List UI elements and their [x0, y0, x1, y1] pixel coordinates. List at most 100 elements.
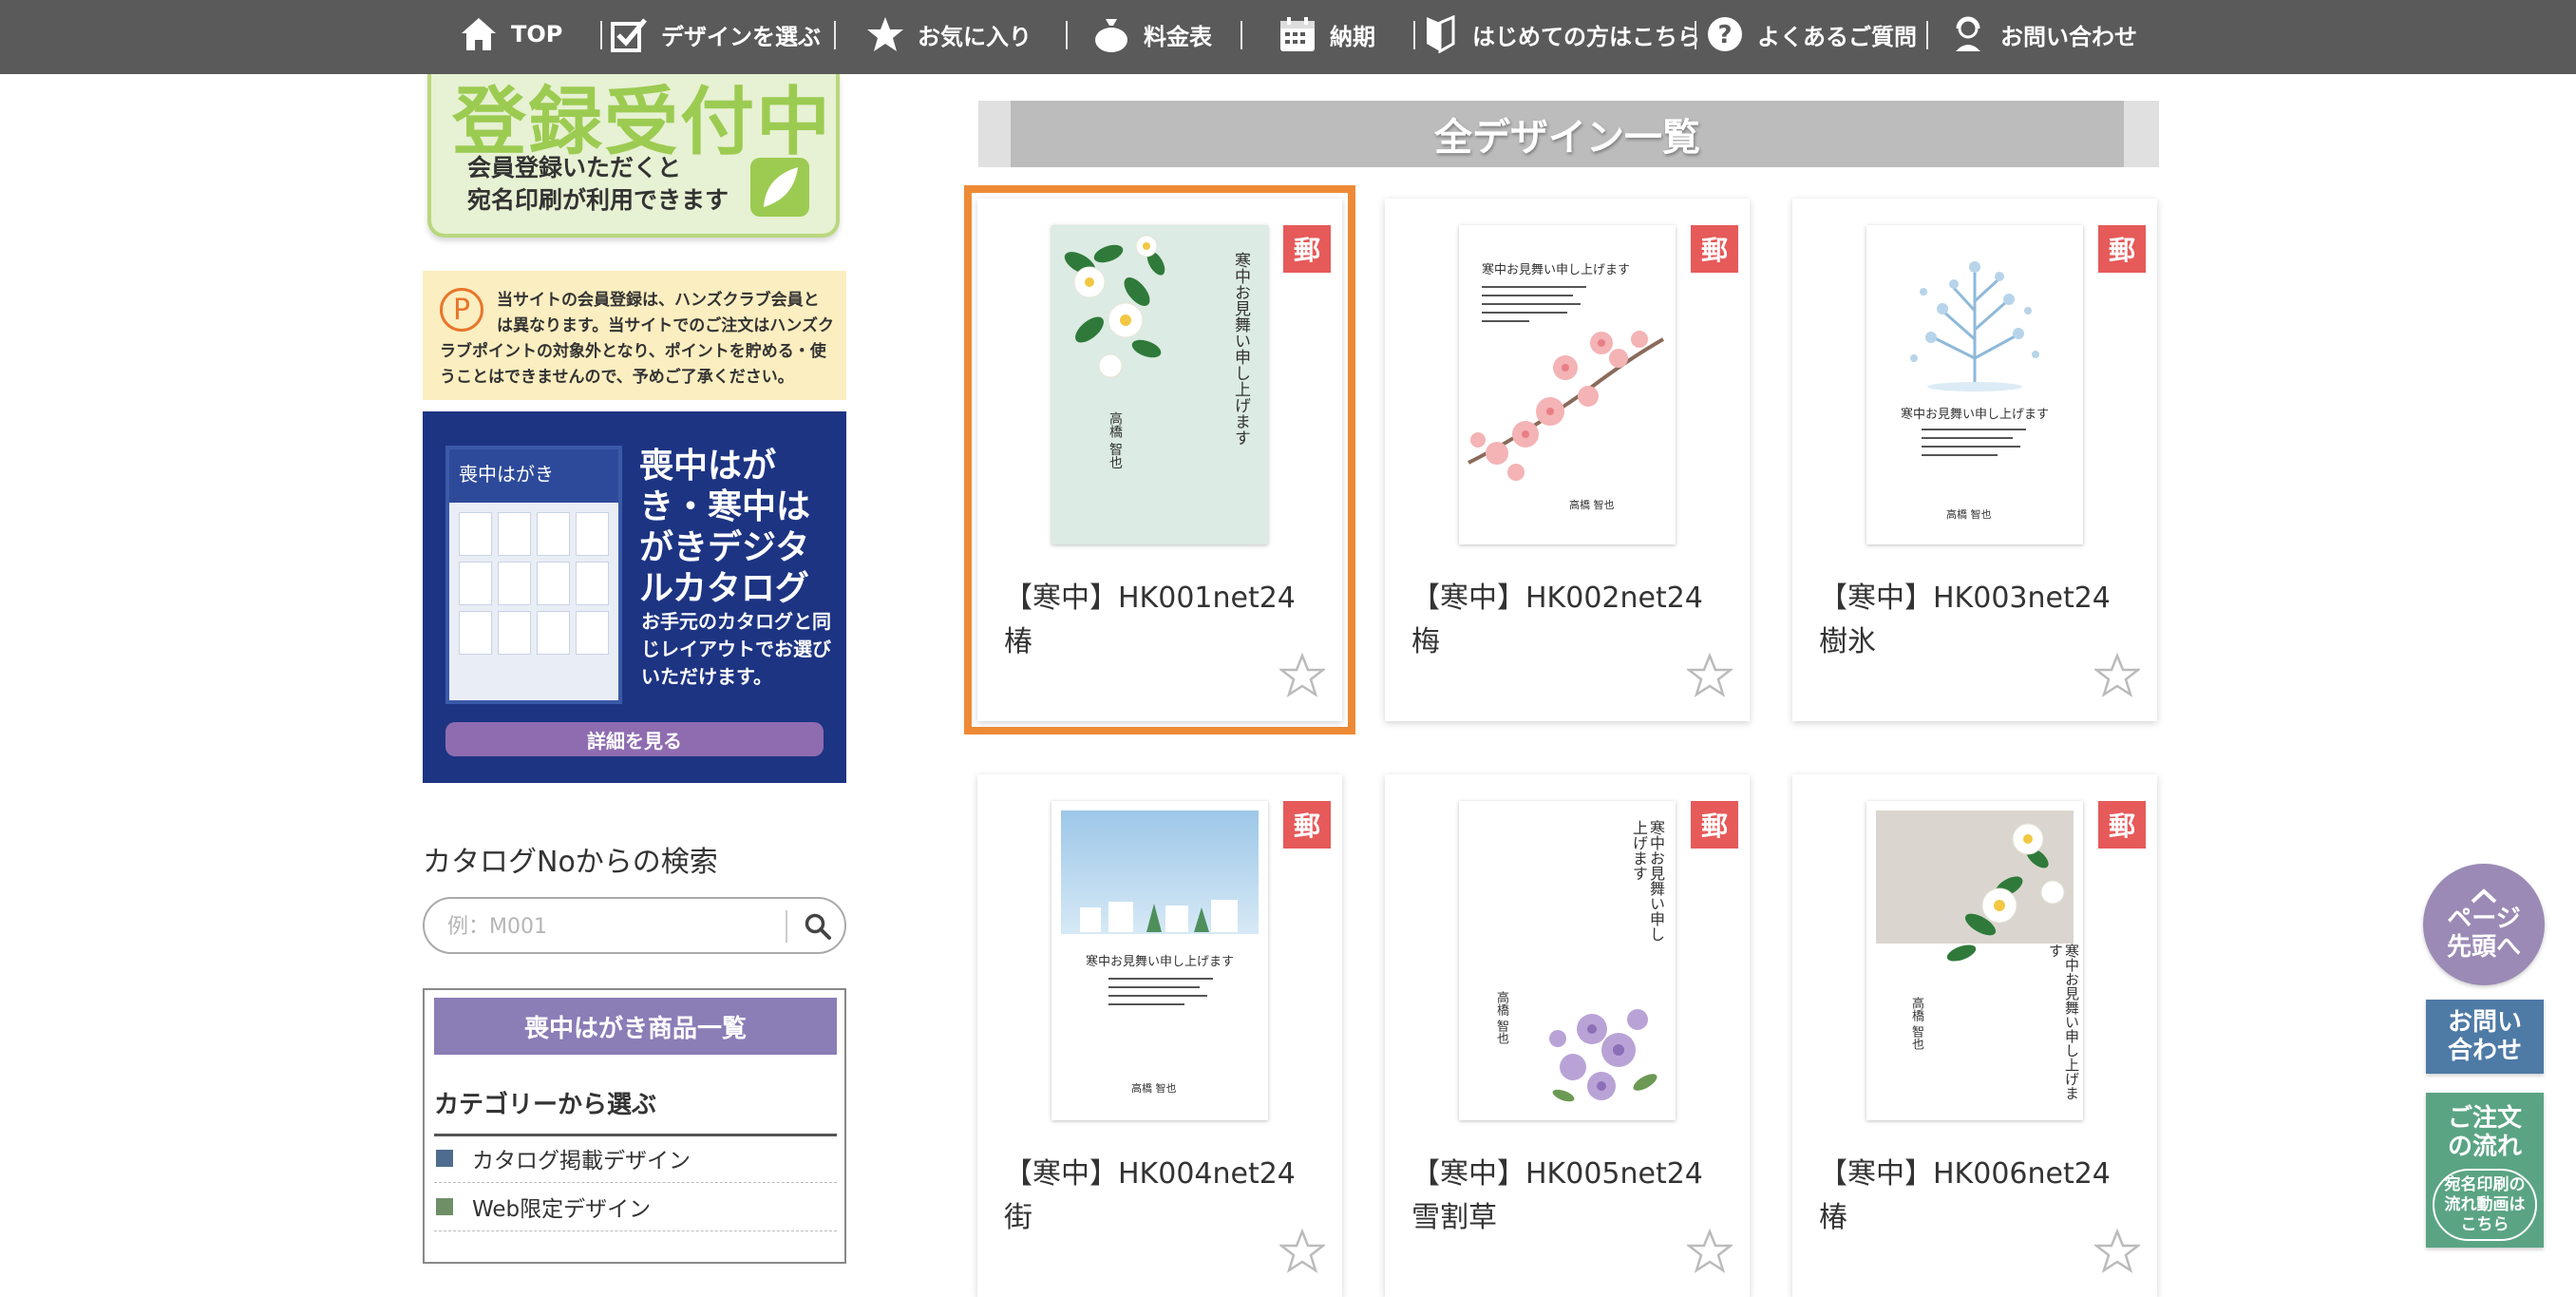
design-code: 【寒中】HK005net24: [1411, 1157, 1703, 1191]
chevron-up-icon: [2471, 888, 2497, 904]
favorite-star-icon[interactable]: [2094, 653, 2140, 698]
category-title: カテゴリーから選ぶ: [434, 1085, 837, 1136]
greeting-text: 寒中お見舞い申し上げます: [2047, 944, 2080, 1100]
message-lines: [1108, 978, 1213, 1005]
favorite-star-icon[interactable]: [1279, 653, 1325, 698]
favorite-star-icon[interactable]: [1687, 653, 1733, 698]
banner-text: 会員登録いただくと 宛名印刷が利用できます: [467, 152, 729, 217]
product-list-header[interactable]: 喪中はがき商品一覧: [434, 998, 837, 1055]
calendar-icon: [1279, 15, 1316, 53]
nav-faq[interactable]: ? よくあるご質問: [1706, 0, 1917, 68]
money-bag-icon: [1092, 15, 1130, 53]
nav-divider: [1695, 21, 1696, 49]
design-code: 【寒中】HK006net24: [1819, 1157, 2111, 1191]
nav-label: はじめての方はこちら: [1472, 23, 1700, 50]
catalog-subtext: お手元のカタログと同じレイアウトでお選びいただけます。: [641, 610, 831, 688]
postal-mark-badge: 郵: [1283, 225, 1331, 273]
design-thumbnail: 寒中お見舞い申し上げます 高橋 智也: [1459, 801, 1676, 1120]
nav-divider: [600, 21, 602, 49]
page-top-button[interactable]: ページ先頭へ: [2423, 864, 2545, 985]
design-code: 【寒中】HK002net24: [1411, 582, 1703, 615]
catalog-detail-button[interactable]: 詳細を見る: [445, 722, 824, 756]
search-divider: [786, 910, 787, 943]
design-thumbnail: 寒中お見舞い申し上げます 高橋 智也: [1459, 225, 1676, 544]
design-thumbnail: 寒中お見舞い申し上げます 高橋 智也: [1866, 225, 2083, 544]
nav-top[interactable]: TOP: [460, 0, 562, 68]
beginner-mark-icon: [1421, 15, 1459, 53]
home-icon: [460, 15, 498, 53]
nav-price-list[interactable]: 料金表: [1092, 0, 1212, 68]
support-person-icon: [1949, 15, 1987, 53]
category-link-web-only[interactable]: Web限定デザイン: [434, 1183, 837, 1231]
design-code: 【寒中】HK003net24: [1819, 582, 2111, 615]
favorite-star-icon[interactable]: [2094, 1229, 2140, 1274]
top-navigation: TOP デザインを選ぶ お気に入り 料金表 納期 はじめての方はこちら ? よく…: [0, 0, 2576, 74]
sender-name: 高橋 智也: [1909, 997, 1923, 1051]
design-name: 樹氷: [1819, 625, 1876, 658]
sender-name: 高橋 智也: [1569, 499, 1615, 511]
nav-delivery[interactable]: 納期: [1279, 0, 1375, 68]
catalog-search-box: [423, 897, 846, 954]
svg-text:?: ?: [1717, 21, 1732, 49]
question-icon: ?: [1706, 15, 1744, 53]
banner-line: 宛名印刷が利用できます: [467, 186, 729, 214]
design-thumbnail: 寒中お見舞い申し上げます 高橋 智也: [1051, 801, 1268, 1120]
nav-label: TOP: [511, 21, 563, 48]
design-code: 【寒中】HK004net24: [1004, 1157, 1296, 1191]
postal-mark-badge: 郵: [1691, 225, 1738, 273]
nav-favorites[interactable]: お気に入り: [866, 0, 1032, 68]
order-flow-title: ご注文の流れ: [2447, 1104, 2522, 1161]
nav-contact[interactable]: お問い合わせ: [1949, 0, 2137, 68]
design-thumbnail: 寒中お見舞い申し上げます 高橋 智也: [1866, 801, 2083, 1120]
design-card[interactable]: 寒中お見舞い申し上げます 高橋 智也 郵 【寒中】HK004net24 街: [977, 774, 1342, 1297]
order-flow-video-link[interactable]: 宛名印刷の流れ動画はこちら: [2433, 1169, 2537, 1241]
catalog-search-input[interactable]: [445, 908, 801, 944]
favorite-star-icon[interactable]: [1687, 1229, 1733, 1274]
nav-label: 料金表: [1144, 23, 1212, 50]
postal-mark-badge: 郵: [1283, 801, 1331, 849]
nav-divider: [1413, 21, 1415, 49]
design-card[interactable]: 寒中お見舞い申し上げます 高橋 智也 郵 【寒中】HK002net24 梅: [1385, 199, 1750, 721]
greeting-text: 寒中お見舞い申し上げます: [1900, 408, 2049, 422]
digital-catalog-banner[interactable]: 喪中はがき 喪中はがき・寒中はがきデジタルカタログ お手元のカタログと同じレイア…: [423, 411, 846, 783]
search-button[interactable]: [797, 906, 839, 946]
nav-label: よくあるご質問: [1757, 23, 1917, 50]
square-bullet-icon: [436, 1198, 453, 1215]
sender-name: 高橋 智也: [1108, 411, 1123, 469]
design-name: 椿: [1819, 1201, 1847, 1234]
greeting-text: 寒中お見舞い申し上げます: [1231, 252, 1250, 446]
contact-button[interactable]: お問い合わせ: [2426, 1000, 2544, 1074]
catalog-headline: 喪中はがき・寒中はがきデジタルカタログ: [639, 447, 811, 608]
product-list-box: 喪中はがき商品一覧 カテゴリーから選ぶ カタログ掲載デザイン Web限定デザイン: [423, 988, 846, 1264]
section-heading-text: 全デザイン一覧: [1011, 101, 2124, 167]
postal-mark-badge: 郵: [2098, 225, 2146, 273]
nav-beginners[interactable]: はじめての方はこちら: [1421, 0, 1700, 68]
page-top-label: ページ先頭へ: [2446, 905, 2521, 962]
order-flow-button[interactable]: ご注文の流れ 宛名印刷の流れ動画はこちら: [2426, 1093, 2544, 1248]
search-icon: [805, 913, 831, 940]
nav-divider: [834, 21, 836, 49]
section-heading: 全デザイン一覧: [978, 101, 2159, 167]
design-card[interactable]: 寒中お見舞い申し上げます 高橋 智也 郵 【寒中】HK005net24 雪割草: [1385, 774, 1750, 1297]
favorite-star-icon[interactable]: [1279, 1229, 1325, 1274]
design-code: 【寒中】HK001net24: [1004, 582, 1296, 615]
design-name: 街: [1004, 1201, 1032, 1234]
nav-choose-design[interactable]: デザインを選ぶ: [610, 0, 821, 68]
design-title: 【寒中】HK002net24 梅: [1411, 577, 1734, 664]
point-icon: P: [440, 288, 483, 332]
design-title: 【寒中】HK001net24 椿: [1004, 577, 1327, 664]
design-thumbnail: 寒中お見舞い申し上げます 高橋 智也: [1051, 225, 1268, 544]
design-name: 椿: [1004, 625, 1032, 658]
checkbox-icon: [610, 15, 648, 53]
design-card[interactable]: 寒中お見舞い申し上げます 高橋 智也 郵 【寒中】HK001net24 椿: [964, 185, 1355, 734]
membership-notice: P 当サイトの会員登録は、ハンズクラブ会員とは異なります。当サイトでのご注文はハ…: [423, 271, 846, 400]
category-link-label: カタログ掲載デザイン: [472, 1149, 691, 1173]
member-registration-banner[interactable]: 登録受付中 会員登録いただくと 宛名印刷が利用できます: [427, 74, 840, 238]
design-card[interactable]: 寒中お見舞い申し上げます 高橋 智也 郵 【寒中】HK003net24 樹氷: [1792, 199, 2157, 721]
category-link-label: Web限定デザイン: [472, 1197, 652, 1222]
message-lines: [1922, 429, 2026, 456]
sender-name: 高橋 智也: [1494, 991, 1508, 1045]
design-name: 雪割草: [1411, 1201, 1497, 1234]
design-card[interactable]: 寒中お見舞い申し上げます 高橋 智也 郵 【寒中】HK006net24 椿: [1792, 774, 2157, 1297]
category-link-catalog[interactable]: カタログ掲載デザイン: [434, 1135, 837, 1183]
